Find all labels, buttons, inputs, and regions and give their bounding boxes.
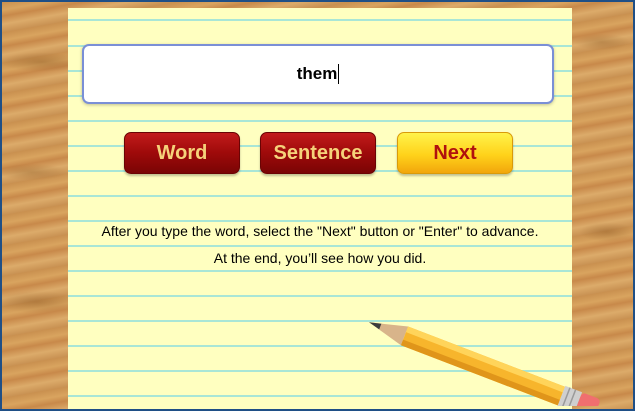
next-button[interactable]: Next [397,132,513,174]
pencil-wood-tip [369,322,409,346]
word-input[interactable]: them [82,44,554,104]
instructions: After you type the word, select the "Nex… [68,218,572,272]
word-input-value: them [296,64,338,83]
word-button[interactable]: Word [124,132,240,174]
instructions-line-2: At the end, you’ll see how you did. [213,250,427,266]
pencil-graphite [369,322,382,330]
app-frame: them Word Sentence Next After you type t… [0,0,635,411]
text-caret [338,64,340,84]
sentence-button[interactable]: Sentence [260,132,376,174]
instructions-line-1: After you type the word, select the "Nex… [101,223,539,239]
pencil-icon [369,322,600,406]
